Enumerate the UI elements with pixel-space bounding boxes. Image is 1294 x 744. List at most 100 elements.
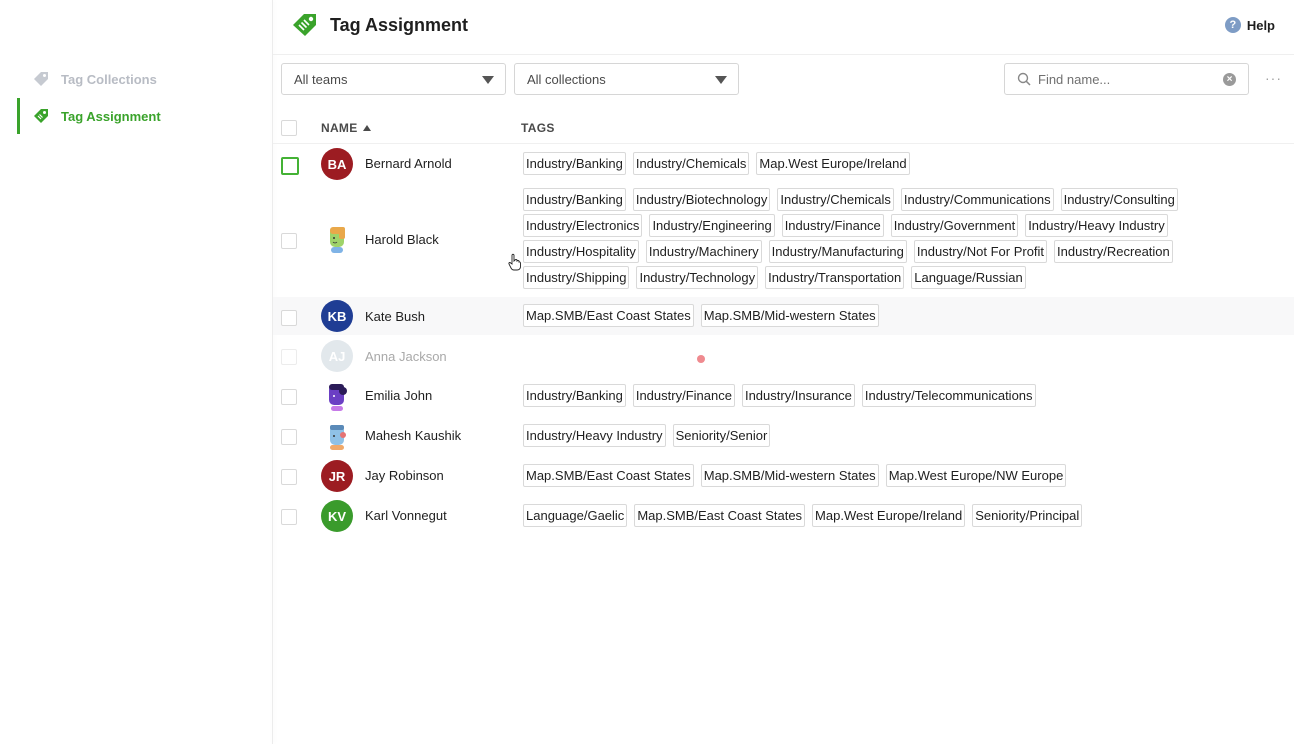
cartoon-avatar-icon: [330, 425, 346, 450]
clear-search-icon[interactable]: ×: [1223, 73, 1236, 86]
tag-list: Map.SMB/East Coast States Map.SMB/Mid-wes…: [523, 304, 1223, 330]
tag-chip[interactable]: Industry/Government: [890, 214, 1019, 237]
tag-chip[interactable]: Industry/Technology: [636, 266, 759, 289]
row-checkbox[interactable]: [281, 509, 297, 525]
tag-chip[interactable]: Map.SMB/East Coast States: [523, 464, 694, 487]
tag-chip[interactable]: Seniority/Senior: [672, 424, 771, 447]
tag-assignment-logo-icon: [293, 14, 316, 36]
tag-chip[interactable]: Industry/Banking: [523, 188, 626, 211]
tag-chip[interactable]: Industry/Finance: [781, 214, 884, 237]
sort-ascending-icon: [362, 125, 371, 131]
person-name: Bernard Arnold: [365, 156, 452, 171]
help-icon: ?: [1224, 17, 1241, 33]
row-checkbox[interactable]: [281, 389, 297, 405]
table-row[interactable]: JR Jay Robinson Map.SMB/East Coast State…: [273, 460, 1294, 494]
tag-chip[interactable]: Industry/Insurance: [741, 384, 855, 407]
tag-icon: [34, 72, 48, 86]
tag-list: Industry/Banking Industry/Biotechnology In…: [523, 188, 1223, 292]
table-row[interactable]: AJ Anna Jackson: [273, 340, 1294, 374]
column-header-label: NAME: [321, 121, 358, 135]
tag-chip[interactable]: Industry/Transportation: [765, 266, 905, 289]
tag-chip[interactable]: Industry/Consulting: [1060, 188, 1178, 211]
help-label: Help: [1246, 17, 1275, 33]
cartoon-avatar-icon: [329, 384, 347, 411]
tag-chip[interactable]: Industry/Telecommunications: [861, 384, 1036, 407]
status-dot: [697, 355, 705, 363]
tag-chip[interactable]: Industry/Chemicals: [632, 152, 750, 175]
chevron-down-icon: [482, 76, 494, 84]
row-checkbox[interactable]: [281, 157, 299, 175]
tag-chip[interactable]: Industry/Heavy Industry: [523, 424, 666, 447]
tag-chip[interactable]: Language/Gaelic: [523, 504, 628, 527]
sidebar: Tag Collections Tag Assignment: [0, 0, 272, 744]
table-row[interactable]: KV Karl Vonnegut Language/Gaelic Map.SMB/…: [273, 500, 1294, 534]
person-name: Anna Jackson: [365, 349, 447, 364]
collections-select[interactable]: All collections: [514, 63, 739, 95]
person-name: Harold Black: [365, 232, 439, 247]
tag-list: Map.SMB/East Coast States Map.SMB/Mid-wes…: [523, 464, 1223, 490]
tag-chip[interactable]: Industry/Chemicals: [777, 188, 894, 211]
tag-chip[interactable]: Industry/Recreation: [1054, 240, 1173, 263]
person-name: Jay Robinson: [365, 468, 444, 483]
table-row[interactable]: BA Bernard Arnold Industry/Banking Indust…: [273, 148, 1294, 182]
tag-chip[interactable]: Map.West Europe/Ireland: [812, 504, 966, 527]
row-checkbox[interactable]: [281, 233, 297, 249]
row-checkbox[interactable]: [281, 310, 297, 326]
person-name: Emilia John: [365, 388, 433, 403]
person-name: Mahesh Kaushik: [365, 428, 462, 443]
sidebar-item-label: Tag Assignment: [61, 108, 161, 124]
row-checkbox[interactable]: [281, 349, 297, 365]
search-input[interactable]: [1038, 71, 1213, 87]
avatar: AJ: [321, 340, 353, 372]
help-button[interactable]: ? Help: [1224, 17, 1275, 33]
tag-chip[interactable]: Industry/Machinery: [645, 240, 762, 263]
divider: [273, 143, 1294, 144]
tag-chip[interactable]: Industry/Banking: [523, 384, 626, 407]
row-checkbox[interactable]: [281, 469, 297, 485]
tag-chip[interactable]: Industry/Communications: [900, 188, 1054, 211]
column-header-tags: TAGS: [521, 121, 555, 135]
tag-chip[interactable]: Seniority/Principal: [972, 504, 1083, 527]
avatar: BA: [321, 148, 353, 180]
tag-chip[interactable]: Industry/Finance: [632, 384, 735, 407]
tag-chip[interactable]: Industry/Electronics: [523, 214, 643, 237]
tag-chip[interactable]: Language/Russian: [911, 266, 1026, 289]
tag-chip[interactable]: Map.SMB/Mid-western States: [700, 464, 879, 487]
tag-chip[interactable]: Map.West Europe/Ireland: [756, 152, 910, 175]
tag-chip[interactable]: Industry/Manufacturing: [768, 240, 907, 263]
chevron-down-icon: [715, 76, 727, 84]
sidebar-item-tag-collections[interactable]: Tag Collections: [17, 61, 257, 97]
tag-chip[interactable]: Industry/Biotechnology: [632, 188, 771, 211]
table-row[interactable]: Mahesh Kaushik Industry/Heavy Industry Se…: [273, 420, 1294, 454]
tag-chip[interactable]: Industry/Heavy Industry: [1025, 214, 1168, 237]
avatar: KB: [321, 300, 353, 332]
tag-chip[interactable]: Industry/Not For Profit: [913, 240, 1048, 263]
table-row[interactable]: KB Kate Bush Map.SMB/East Coast States Ma…: [273, 297, 1294, 335]
table-row[interactable]: Harold Black Industry/Banking Industry/Bi…: [273, 186, 1294, 294]
tag-chip[interactable]: Map.West Europe/NW Europe: [885, 464, 1067, 487]
search-icon: [1017, 72, 1031, 86]
sidebar-item-tag-assignment[interactable]: Tag Assignment: [17, 98, 257, 134]
table-row[interactable]: Emilia John Industry/Banking Industry/Fin…: [273, 380, 1294, 414]
hand-cursor-icon: [508, 253, 521, 271]
checkbox[interactable]: [281, 120, 297, 136]
tag-icon: [34, 109, 48, 123]
search-box: ×: [1004, 63, 1249, 95]
row-checkbox[interactable]: [281, 429, 297, 445]
tag-list: Industry/Banking Industry/Finance Industry…: [523, 384, 1223, 410]
page-header: Tag Assignment ? Help: [273, 0, 1294, 55]
avatar: JR: [321, 460, 353, 492]
sidebar-item-label: Tag Collections: [61, 71, 157, 87]
person-name: Karl Vonnegut: [365, 508, 447, 523]
tag-chip[interactable]: Map.SMB/East Coast States: [523, 304, 694, 327]
column-header-name[interactable]: NAME: [321, 121, 371, 135]
tag-chip[interactable]: Map.SMB/Mid-western States: [700, 304, 879, 327]
select-all-checkbox[interactable]: [281, 120, 297, 136]
tag-chip[interactable]: Industry/Shipping: [523, 266, 630, 289]
teams-select[interactable]: All teams: [281, 63, 506, 95]
tag-chip[interactable]: Industry/Hospitality: [523, 240, 639, 263]
more-options-icon[interactable]: ···: [1265, 70, 1282, 86]
tag-chip[interactable]: Map.SMB/East Coast States: [634, 504, 806, 527]
tag-chip[interactable]: Industry/Engineering: [649, 214, 775, 237]
tag-chip[interactable]: Industry/Banking: [523, 152, 626, 175]
